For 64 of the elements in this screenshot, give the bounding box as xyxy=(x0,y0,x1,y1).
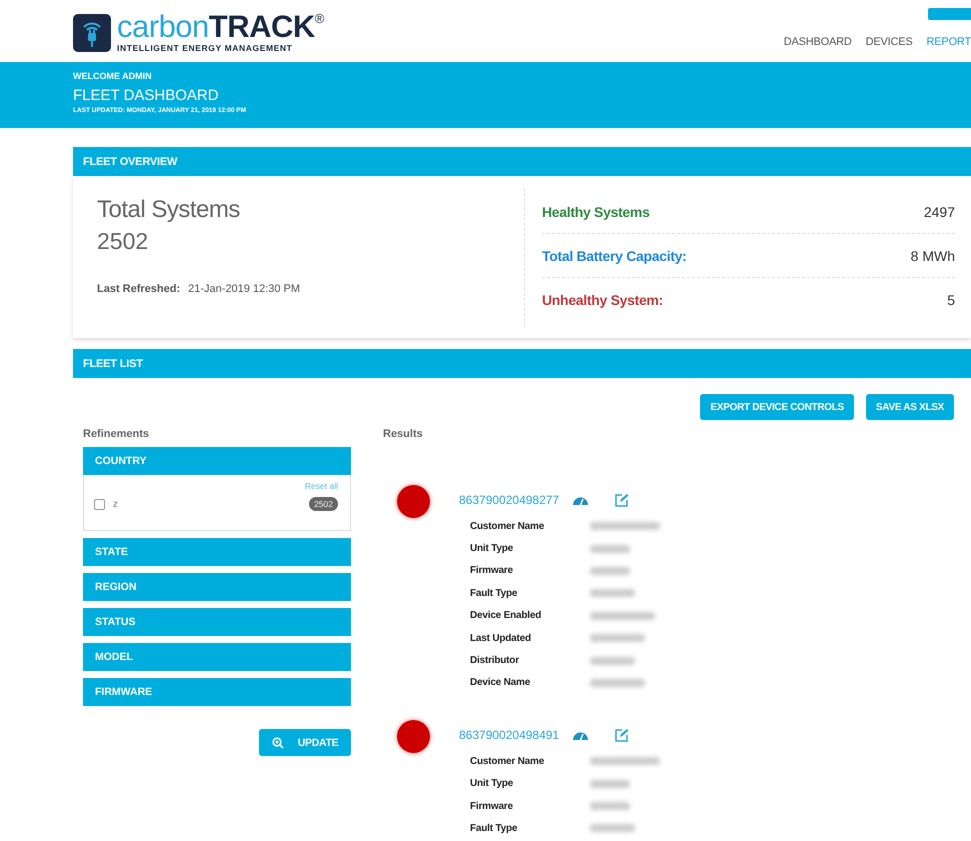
search-icon xyxy=(272,736,284,748)
welcome-text: WELCOME ADMIN xyxy=(73,70,152,81)
brand-name: carbonTRACK$^{®}$ xyxy=(117,12,324,42)
redacted-value xyxy=(590,757,660,766)
refreshed-value: 21-Jan-2019 12:30 PM xyxy=(188,283,300,295)
metric-label: Total Battery Capacity: xyxy=(542,248,687,264)
redacted-value xyxy=(590,824,635,832)
section-header: FLEET OVERVIEW xyxy=(73,147,971,176)
update-button[interactable]: UPDATE xyxy=(259,729,351,756)
field-label: Unit Type xyxy=(470,543,514,554)
redacted-value xyxy=(590,780,630,788)
total-systems-label: Total Systems xyxy=(97,196,241,224)
nav-link[interactable]: DASHBOARD xyxy=(784,36,852,48)
redacted-value xyxy=(590,612,655,620)
redacted-value xyxy=(590,522,660,530)
nav-link[interactable]: REPORT xyxy=(926,36,971,48)
metric-value: 2497 xyxy=(924,204,955,220)
toolbar-button[interactable]: EXPORT DEVICE CONTROLS xyxy=(700,394,854,420)
brand-tagline: INTELLIGENT ENERGY MANAGEMENT xyxy=(117,43,294,53)
device-id-link[interactable]: 863790020498277 xyxy=(459,493,572,507)
nav-link[interactable]: DEVICES xyxy=(866,36,913,48)
metric-label: Healthy Systems xyxy=(542,204,650,220)
field-label: Distributor xyxy=(470,655,520,666)
filter-header[interactable]: STATUS xyxy=(83,608,351,636)
filter-header[interactable]: STATE xyxy=(83,538,351,566)
option-label: z xyxy=(113,498,119,510)
section-header: FLEET LIST xyxy=(73,349,971,378)
edit-icon[interactable] xyxy=(614,493,629,507)
edit-icon[interactable] xyxy=(614,728,629,742)
filter-header[interactable]: MODEL xyxy=(83,643,351,671)
refinements-title: Refinements xyxy=(83,428,150,442)
field-label: Unit Type xyxy=(470,778,514,790)
metric-value: 8 MWh xyxy=(910,248,955,264)
total-systems-value: 2502 xyxy=(97,228,150,255)
results-title: Results xyxy=(383,428,424,442)
field-label: Firmware xyxy=(470,800,514,812)
filter-header[interactable]: REGION xyxy=(83,573,351,601)
field-label: Device Enabled xyxy=(470,610,542,622)
filter-header[interactable]: FIRMWARE xyxy=(83,678,351,706)
toolbar-button[interactable]: SAVE AS XLSX xyxy=(866,394,954,420)
field-label: Fault Type xyxy=(470,588,518,599)
redacted-value xyxy=(590,544,630,553)
field-label: Fault Type xyxy=(470,822,518,834)
field-label: Customer Name xyxy=(470,520,546,532)
field-label: Customer Name xyxy=(470,756,546,767)
reset-link[interactable]: Reset all xyxy=(304,481,338,491)
checkbox[interactable] xyxy=(94,498,105,510)
redacted-value xyxy=(590,566,630,575)
page-title: FLEET DASHBOARD xyxy=(73,87,219,104)
refreshed-label: Last Refreshed: xyxy=(97,283,180,295)
field-label: Device Name xyxy=(470,677,532,688)
metric-label: Unhealthy System: xyxy=(542,292,663,308)
device-id-link[interactable]: 863790020498491 xyxy=(459,728,572,742)
redacted-value xyxy=(590,678,645,687)
filter-header[interactable]: COUNTRY xyxy=(83,447,351,475)
redacted-value xyxy=(590,802,630,810)
field-label: Firmware xyxy=(470,565,514,576)
field-label: Last Updated xyxy=(470,632,532,644)
plug-logo-icon xyxy=(73,14,111,52)
redacted-value xyxy=(590,634,645,642)
redacted-value xyxy=(590,656,635,665)
redacted-value xyxy=(590,589,635,598)
count-badge: 2502 xyxy=(309,497,338,511)
metric-value: 5 xyxy=(947,292,955,308)
